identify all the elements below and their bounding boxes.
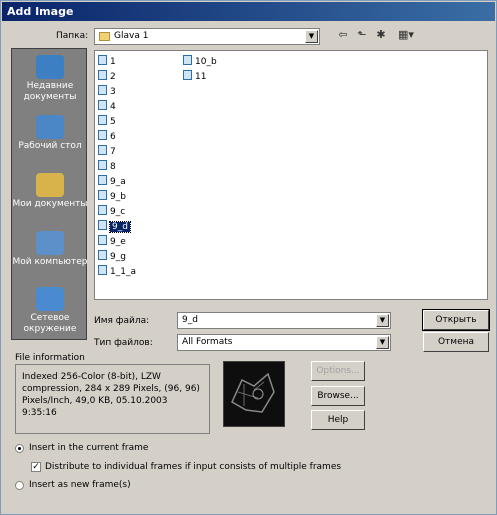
image-file-icon <box>183 70 192 80</box>
image-file-icon <box>98 175 107 185</box>
add-image-dialog: Add Image Папка: Glava 1 ▼ ⇦ ⬑ ✱ ▦▾ Неда… <box>0 0 497 515</box>
list-item[interactable]: 9_b <box>98 190 126 203</box>
insert-current-label: Insert in the current frame <box>29 443 149 453</box>
fileinfo-line: Indexed 256-Color (8-bit), LZW <box>22 372 161 382</box>
filetype-value: All Formats <box>182 337 233 347</box>
help-button[interactable]: Help <box>311 410 365 430</box>
insert-new-radio[interactable] <box>15 481 24 490</box>
my-computer-icon <box>36 231 64 255</box>
fileinfo-line: 9:35:16 <box>22 408 57 418</box>
chevron-down-icon[interactable]: ▼ <box>305 30 318 43</box>
list-item[interactable]: 1 <box>98 55 116 68</box>
fileinfo-box: Indexed 256-Color (8-bit), LZW compressi… <box>15 364 210 434</box>
place-mycomputer[interactable]: Мой компьютер <box>12 231 88 268</box>
desktop-icon <box>36 115 64 139</box>
image-file-icon <box>98 115 107 125</box>
image-file-icon <box>183 55 192 65</box>
place-recent[interactable]: Недавние документы <box>12 55 88 103</box>
place-recent-label: Недавние документы <box>23 81 77 102</box>
place-mydocs-label: Мои документы <box>12 199 88 209</box>
chevron-down-icon[interactable]: ▼ <box>376 336 389 349</box>
filename-label: Имя файла: <box>94 316 150 326</box>
lookin-value: Glava 1 <box>114 31 149 41</box>
place-desktop[interactable]: Рабочий стол <box>12 115 88 152</box>
list-item[interactable]: 6 <box>98 130 116 143</box>
image-file-icon <box>98 130 107 140</box>
file-list[interactable]: 1 2 3 4 5 6 7 8 9_a 9_b 9_c 9_d 9_e 9_g … <box>94 50 488 300</box>
folder-icon <box>99 32 110 41</box>
place-desktop-label: Рабочий стол <box>18 141 82 151</box>
image-file-icon <box>98 265 107 275</box>
image-file-icon <box>98 190 107 200</box>
image-file-icon <box>98 145 107 155</box>
list-item[interactable]: 5 <box>98 115 116 128</box>
place-mycomputer-label: Мой компьютер <box>12 257 88 267</box>
image-file-icon <box>98 235 107 245</box>
list-item[interactable]: 3 <box>98 85 116 98</box>
image-file-icon <box>98 100 107 110</box>
fileinfo-title: File information <box>15 353 85 363</box>
list-item[interactable]: 11 <box>183 70 206 83</box>
lookin-combo[interactable]: Glava 1 ▼ <box>94 28 320 45</box>
list-item[interactable]: 10_b <box>183 55 217 68</box>
list-item[interactable]: 9_e <box>98 235 126 248</box>
distribute-checkbox[interactable]: ✓ <box>31 462 41 472</box>
image-file-icon <box>98 160 107 170</box>
place-network[interactable]: Сетевое окружение <box>12 287 88 335</box>
distribute-label: Distribute to individual frames if input… <box>45 462 342 472</box>
view-menu-icon[interactable]: ▦▾ <box>395 28 417 42</box>
window-title: Add Image <box>7 5 74 18</box>
insert-current-radio[interactable] <box>15 444 24 453</box>
image-file-icon <box>98 220 107 230</box>
chevron-down-icon[interactable]: ▼ <box>376 314 389 327</box>
list-item[interactable]: 2 <box>98 70 116 83</box>
image-file-icon <box>98 250 107 260</box>
list-item[interactable]: 9_c <box>98 205 125 218</box>
my-documents-icon <box>36 173 64 197</box>
image-file-icon <box>98 205 107 215</box>
open-button[interactable]: Открыть <box>422 309 490 331</box>
list-item[interactable]: 9_a <box>98 175 126 188</box>
new-folder-icon[interactable]: ✱ <box>373 28 389 42</box>
up-folder-icon[interactable]: ⬑ <box>354 28 370 42</box>
lookin-label: Папка: <box>56 31 89 41</box>
image-file-icon <box>98 85 107 95</box>
cancel-button[interactable]: Отмена <box>423 332 489 352</box>
fileinfo-line: compression, 284 x 289 Pixels, (96, 96) <box>22 384 200 394</box>
place-mydocs[interactable]: Мои документы <box>12 173 88 210</box>
place-network-label: Сетевое окружение <box>23 313 77 334</box>
places-bar: Недавние документы Рабочий стол Мои доку… <box>11 48 88 340</box>
network-icon <box>36 287 64 311</box>
list-item[interactable]: 1_1_a <box>98 265 136 278</box>
image-preview <box>223 361 285 427</box>
browse-button[interactable]: Browse... <box>311 386 365 406</box>
list-item[interactable]: 7 <box>98 145 116 158</box>
recent-documents-icon <box>36 55 64 79</box>
image-file-icon <box>98 70 107 80</box>
list-item[interactable]: 8 <box>98 160 116 173</box>
fileinfo-line: Pixels/Inch, 49,0 KB, 05.10.2003 <box>22 396 168 406</box>
insert-new-label: Insert as new frame(s) <box>29 480 131 490</box>
filename-value: 9_d <box>182 315 198 325</box>
list-item[interactable]: 4 <box>98 100 116 113</box>
image-file-icon <box>98 55 107 65</box>
filetype-select[interactable]: All Formats ▼ <box>177 334 391 351</box>
options-button[interactable]: Options... <box>311 361 365 381</box>
back-icon[interactable]: ⇦ <box>335 28 351 42</box>
filename-input[interactable]: 9_d ▼ <box>177 312 391 329</box>
list-item[interactable]: 9_g <box>98 250 126 263</box>
preview-thumbnail <box>224 362 284 426</box>
title-bar: Add Image <box>2 2 495 21</box>
filetype-label: Тип файлов: <box>94 338 153 348</box>
list-item-selected[interactable]: 9_d <box>98 220 131 233</box>
